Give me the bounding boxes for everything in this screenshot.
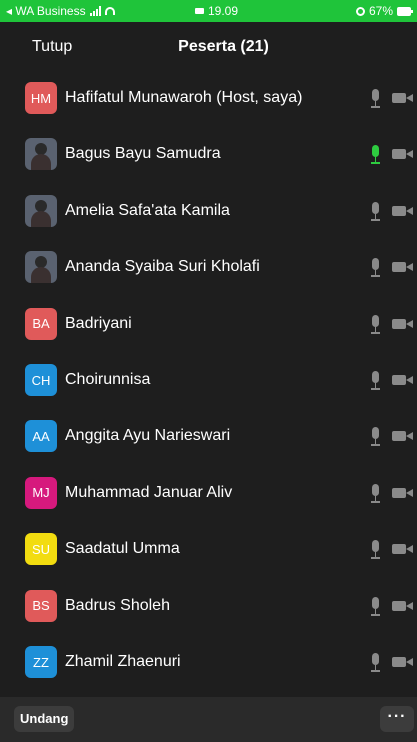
video-camera-icon[interactable] xyxy=(392,205,414,216)
participant-name: Choirunnisa xyxy=(65,371,151,388)
participant-row[interactable]: MJ Muhammad Januar Aliv xyxy=(0,465,417,521)
participant-row[interactable]: AA Anggita Ayu Narieswari xyxy=(0,408,417,464)
invite-button[interactable]: Undang xyxy=(14,706,75,732)
video-camera-icon[interactable] xyxy=(392,375,414,385)
participant-row[interactable]: CH Choirunnisa xyxy=(0,352,417,408)
participant-name: Amelia Safa'ata Kamila xyxy=(65,201,230,219)
video-camera-icon[interactable] xyxy=(392,600,414,611)
video-camera-icon xyxy=(195,8,204,14)
battery-icon xyxy=(397,6,413,16)
microphone-icon[interactable] xyxy=(370,258,381,278)
avatar: BA xyxy=(25,307,57,340)
microphone-icon[interactable] xyxy=(370,653,381,673)
video-camera-icon[interactable] xyxy=(392,318,414,329)
avatar-photo xyxy=(25,251,57,284)
avatar-initials: AA xyxy=(32,428,50,444)
participant-name: Ananda Syaiba Suri Kholafi xyxy=(65,258,260,276)
status-right: 67% xyxy=(355,4,413,18)
avatar-photo xyxy=(25,138,57,171)
status-time: 19.09 xyxy=(208,4,239,18)
battery-percent: 67% xyxy=(368,4,393,18)
avatar: BS xyxy=(25,589,57,622)
participant-name: Anggita Ayu Narieswari xyxy=(65,427,231,445)
participant-name: Badrus Sholeh xyxy=(65,596,170,614)
page-title: Peserta (21) xyxy=(178,38,269,55)
participant-row[interactable]: Amelia Safa'ata Kamila xyxy=(0,183,417,239)
microphone-icon[interactable] xyxy=(370,89,381,109)
participant-row[interactable]: Ananda Syaiba Suri Kholafi xyxy=(0,239,417,295)
avatar: MJ xyxy=(25,476,57,509)
participant-name: Bagus Bayu Samudra xyxy=(65,145,221,163)
video-camera-icon[interactable] xyxy=(392,93,414,103)
video-camera-icon[interactable] xyxy=(392,431,414,442)
avatar: AA xyxy=(25,420,57,453)
video-camera-icon[interactable] xyxy=(392,544,414,555)
more-options-button[interactable]: ··· xyxy=(380,706,414,732)
microphone-icon[interactable] xyxy=(370,427,381,447)
status-center: 19.09 xyxy=(195,4,238,18)
footer: Undang ··· xyxy=(0,697,417,742)
microphone-icon[interactable] xyxy=(370,314,381,335)
microphone-icon[interactable] xyxy=(370,596,381,617)
participant-row[interactable]: Bagus Bayu Samudra xyxy=(0,126,417,182)
participant-row[interactable]: ZZ Zhamil Zhaenuri xyxy=(0,634,417,690)
avatar-initials: MJ xyxy=(32,485,50,501)
microphone-icon[interactable] xyxy=(370,201,381,222)
participant-name: Hafifatul Munawaroh (Host, saya) xyxy=(65,89,303,106)
header: Tutup Peserta (21) xyxy=(0,22,417,70)
avatar: CH xyxy=(25,364,57,396)
avatar: HM xyxy=(25,82,57,114)
avatar-initials: CH xyxy=(31,372,51,388)
participant-name: Zhamil Zhaenuri xyxy=(65,653,181,670)
microphone-icon[interactable] xyxy=(370,483,381,504)
video-camera-icon[interactable] xyxy=(392,262,414,273)
avatar-photo xyxy=(25,194,57,227)
status-bar: ◂ WA Business 19.09 67% xyxy=(0,0,417,22)
participant-row[interactable]: HM Hafifatul Munawaroh (Host, saya) xyxy=(0,70,417,126)
avatar-initials: BA xyxy=(32,316,50,332)
microphone-icon[interactable] xyxy=(370,371,381,391)
avatar-initials: HM xyxy=(30,90,52,106)
participant-row[interactable]: BS Badrus Sholeh xyxy=(0,578,417,634)
avatar-initials: SU xyxy=(31,541,51,557)
avatar: SU xyxy=(25,533,57,566)
avatar: ZZ xyxy=(25,646,57,678)
signal-icon xyxy=(89,6,101,16)
avatar-initials: ZZ xyxy=(33,654,49,670)
avatar-initials: BS xyxy=(32,598,50,614)
back-app-label[interactable]: ◂ WA Business xyxy=(6,4,86,18)
video-camera-icon[interactable] xyxy=(392,487,414,498)
microphone-active-icon[interactable] xyxy=(370,145,381,165)
status-left[interactable]: ◂ WA Business xyxy=(6,4,115,18)
microphone-icon[interactable] xyxy=(370,540,381,560)
participant-name: Badriyani xyxy=(65,314,132,332)
participant-row[interactable]: BA Badriyani xyxy=(0,296,417,352)
wifi-icon xyxy=(104,7,115,15)
participant-name: Saadatul Umma xyxy=(65,540,180,558)
participant-row[interactable]: SU Saadatul Umma xyxy=(0,521,417,577)
video-camera-icon[interactable] xyxy=(392,149,414,160)
participant-name: Muhammad Januar Aliv xyxy=(65,483,233,501)
video-camera-icon[interactable] xyxy=(392,657,414,667)
alarm-icon xyxy=(355,6,365,16)
